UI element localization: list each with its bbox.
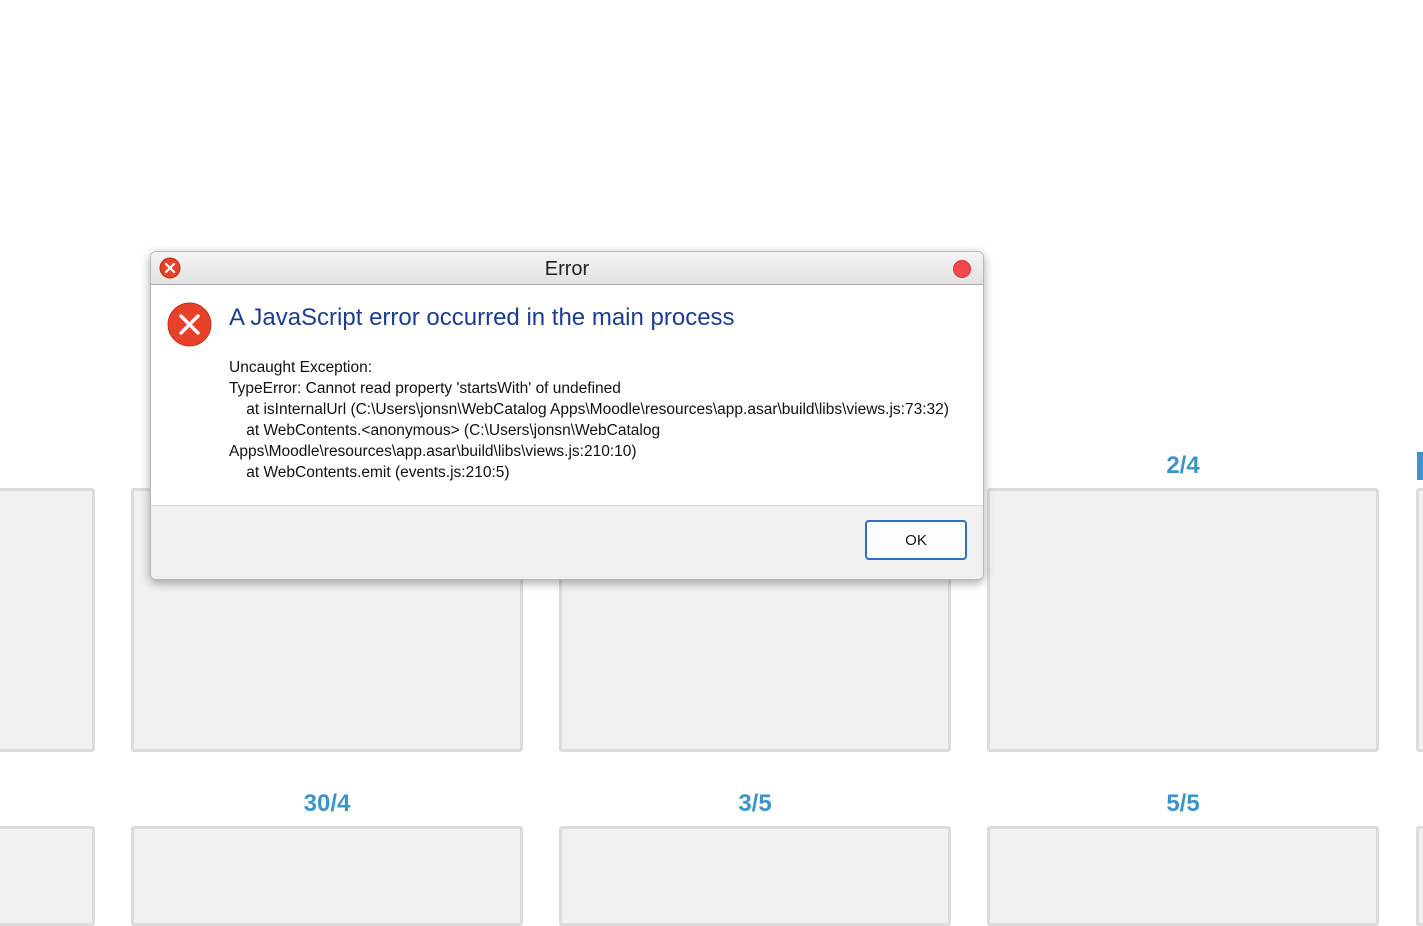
day-card[interactable]	[987, 826, 1379, 926]
message-line: Apps\Moodle\resources\app.asar\build\lib…	[229, 443, 637, 460]
dialog-titlebar[interactable]: Error	[151, 252, 983, 285]
close-icon[interactable]	[953, 260, 971, 278]
dialog-content: A JavaScript error occurred in the main …	[151, 285, 983, 505]
date-label: 3/5	[738, 790, 772, 817]
ok-button[interactable]: OK	[865, 520, 967, 560]
dialog-title: Error	[544, 258, 590, 280]
error-heading: A JavaScript error occurred in the main …	[229, 304, 735, 331]
date-label: 30/4	[303, 790, 351, 817]
day-card[interactable]	[1416, 488, 1423, 752]
error-icon	[167, 302, 212, 347]
day-card[interactable]	[559, 826, 951, 926]
error-dialog: Error A JavaScript error occurred in the…	[150, 251, 984, 580]
error-message: Uncaught Exception: TypeError: Cannot re…	[229, 357, 969, 483]
day-card[interactable]	[131, 826, 523, 926]
date-label-partial: ▌	[1417, 452, 1423, 480]
day-card[interactable]	[0, 488, 95, 752]
message-line: Uncaught Exception:	[229, 359, 373, 376]
date-label: 2/4	[1166, 452, 1200, 479]
message-line: at WebContents.emit (events.js:210:5)	[229, 464, 510, 481]
day-card[interactable]	[0, 826, 95, 926]
message-line: at WebContents.<anonymous> (C:\Users\jon…	[229, 422, 661, 439]
message-line: TypeError: Cannot read property 'startsW…	[229, 380, 621, 397]
day-card[interactable]	[1416, 826, 1423, 926]
day-card[interactable]	[987, 488, 1379, 752]
message-line: at isInternalUrl (C:\Users\jonsn\WebCata…	[229, 401, 949, 418]
dialog-footer: OK	[151, 505, 983, 579]
date-label: 5/5	[1166, 790, 1200, 817]
